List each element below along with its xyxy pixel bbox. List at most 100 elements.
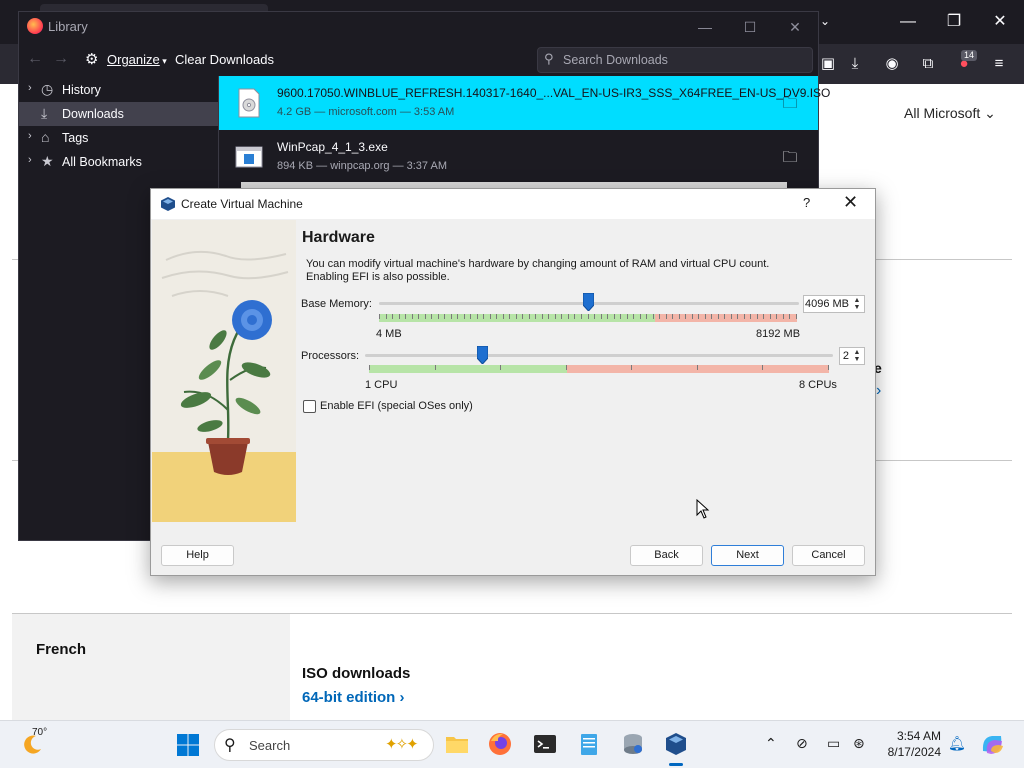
- processors-min-label: 1 CPU: [365, 379, 398, 391]
- library-minimize-button[interactable]: —: [695, 17, 715, 37]
- scale-green-segment: [369, 365, 567, 373]
- processors-slider-track[interactable]: [365, 354, 833, 357]
- library-maximize-button[interactable]: ☐: [740, 17, 760, 37]
- clear-downloads-button[interactable]: Clear Downloads: [175, 52, 274, 67]
- windows-start-icon[interactable]: [176, 733, 200, 757]
- efi-checkbox-label[interactable]: Enable EFI (special OSes only): [320, 400, 473, 412]
- processors-slider[interactable]: [477, 346, 488, 364]
- dialog-titlebar: Create Virtual Machine ? ✕: [151, 189, 875, 219]
- list-item[interactable]: WinPcap_4_1_3.exe 894 KB — winpcap.org —…: [219, 130, 818, 184]
- efi-checkbox[interactable]: [303, 400, 316, 413]
- scale-tick: [762, 365, 763, 370]
- browser-close-button[interactable]: ✕: [990, 12, 1010, 32]
- all-microsoft-dropdown[interactable]: All Microsoft ⌄: [904, 105, 996, 122]
- browser-maximize-button[interactable]: ❐: [944, 12, 964, 32]
- chevron-right-icon[interactable]: ›: [876, 382, 881, 400]
- chevron-right-icon: ›: [399, 689, 405, 706]
- tab-list-chevron-icon[interactable]: ⌄: [820, 14, 830, 28]
- display-icon[interactable]: ▭: [827, 735, 840, 752]
- sidebar-item-all-bookmarks[interactable]: › ★ All Bookmarks: [19, 150, 218, 174]
- library-close-button[interactable]: ✕: [785, 17, 805, 37]
- copilot-icon[interactable]: [979, 731, 1005, 757]
- scale-tick: [369, 365, 370, 370]
- sidebar-item-label: Downloads: [62, 107, 124, 121]
- processors-max-label: 8 CPUs: [799, 379, 837, 391]
- scale-red-segment: [567, 365, 829, 373]
- sidebar-item-downloads[interactable]: ⤓ Downloads: [19, 102, 218, 126]
- close-icon[interactable]: ✕: [843, 192, 858, 213]
- network-offline-icon[interactable]: ⊘: [796, 735, 808, 752]
- edition-link[interactable]: 64-bit edition ›: [302, 689, 405, 706]
- base-memory-slider[interactable]: [583, 293, 594, 311]
- scale-tick: [496, 314, 497, 319]
- sidebar-item-label: All Bookmarks: [62, 155, 142, 169]
- page-description: You can modify virtual machine's hardwar…: [306, 258, 770, 283]
- terminal-icon[interactable]: [532, 731, 558, 757]
- shield-icon[interactable]: ▣: [817, 53, 839, 75]
- plant-illustration: [152, 220, 296, 522]
- scale-tick: [588, 314, 589, 319]
- virtualbox-icon[interactable]: [663, 731, 689, 757]
- scale-tick: [438, 314, 439, 319]
- download-icon[interactable]: ⤓: [844, 53, 866, 75]
- scale-tick: [451, 314, 452, 319]
- list-item[interactable]: 9600.17050.WINBLUE_REFRESH.140317-1640_.…: [219, 76, 830, 130]
- cancel-button[interactable]: Cancel: [792, 545, 865, 566]
- help-icon[interactable]: ?: [803, 195, 810, 210]
- scale-tick: [698, 314, 699, 319]
- spin-arrows-icon[interactable]: ▲ ▼: [852, 349, 862, 363]
- scale-tick: [697, 365, 698, 370]
- folder-icon[interactable]: 🗀: [781, 147, 799, 166]
- dialog-footer: Help Back Next Cancel: [151, 535, 875, 575]
- chevron-right-icon[interactable]: ›: [28, 154, 32, 166]
- scale-tick: [601, 314, 602, 319]
- chevron-right-icon[interactable]: ›: [28, 82, 32, 94]
- accessibility-icon[interactable]: ⊛: [853, 735, 865, 752]
- executable-icon: [235, 146, 263, 168]
- scale-tick: [607, 314, 608, 319]
- scale-tick: [750, 314, 751, 319]
- sidebar-item-tags[interactable]: › ⌂ Tags: [19, 126, 218, 150]
- account-icon[interactable]: ◉: [881, 53, 903, 75]
- chevron-right-icon[interactable]: ›: [28, 130, 32, 142]
- scale-tick: [796, 314, 797, 319]
- base-memory-max-label: 8192 MB: [756, 328, 801, 340]
- back-arrow-icon[interactable]: ←: [27, 50, 43, 68]
- disk-utility-icon[interactable]: [620, 731, 646, 757]
- gear-icon[interactable]: ⚙: [85, 50, 98, 68]
- scale-tick: [529, 314, 530, 319]
- scale-tick: [509, 314, 510, 319]
- clock[interactable]: 3:54 AM 8/17/2024: [887, 728, 941, 760]
- sidebar-item-history[interactable]: › ◷ History: [19, 78, 218, 102]
- folder-icon[interactable]: 🗀: [781, 93, 799, 112]
- back-button[interactable]: Back: [630, 545, 703, 566]
- next-button[interactable]: Next: [711, 545, 784, 566]
- base-memory-spinbox[interactable]: 4096 MB ▲ ▼: [803, 295, 865, 313]
- scale-tick: [379, 314, 380, 319]
- menu-icon[interactable]: ≡: [988, 53, 1010, 75]
- scale-tick: [744, 314, 745, 319]
- edition-link-label: 64-bit edition: [302, 689, 396, 706]
- spin-arrows-icon[interactable]: ▲ ▼: [852, 297, 862, 311]
- scale-tick: [640, 314, 641, 319]
- addon-badge: 14: [961, 50, 978, 61]
- firefox-icon[interactable]: [487, 731, 513, 757]
- tag-icon: ⌂: [41, 129, 50, 145]
- scale-tick: [828, 365, 829, 370]
- forward-arrow-icon[interactable]: →: [53, 50, 69, 68]
- notepad-icon[interactable]: [576, 731, 602, 757]
- show-hidden-icons-chevron-icon[interactable]: ⌃: [765, 735, 777, 752]
- notification-bell-icon[interactable]: 🔔︎: [948, 735, 966, 752]
- extensions-icon[interactable]: ⧉: [917, 53, 939, 75]
- search-downloads-input[interactable]: ⚲ Search Downloads: [537, 47, 813, 73]
- scale-tick: [425, 314, 426, 319]
- library-titlebar: Library — ☐ ✕: [19, 12, 818, 42]
- help-button[interactable]: Help: [161, 545, 234, 566]
- organize-button[interactable]: Organize ▾: [107, 52, 167, 67]
- processors-spinbox[interactable]: 2 ▲ ▼: [839, 347, 865, 365]
- browser-minimize-button[interactable]: —: [898, 12, 918, 32]
- file-explorer-icon[interactable]: [444, 731, 470, 757]
- taskbar-search[interactable]: ⚲ Search ✦✧✦: [214, 729, 434, 761]
- scale-tick: [516, 314, 517, 319]
- scale-tick: [614, 314, 615, 319]
